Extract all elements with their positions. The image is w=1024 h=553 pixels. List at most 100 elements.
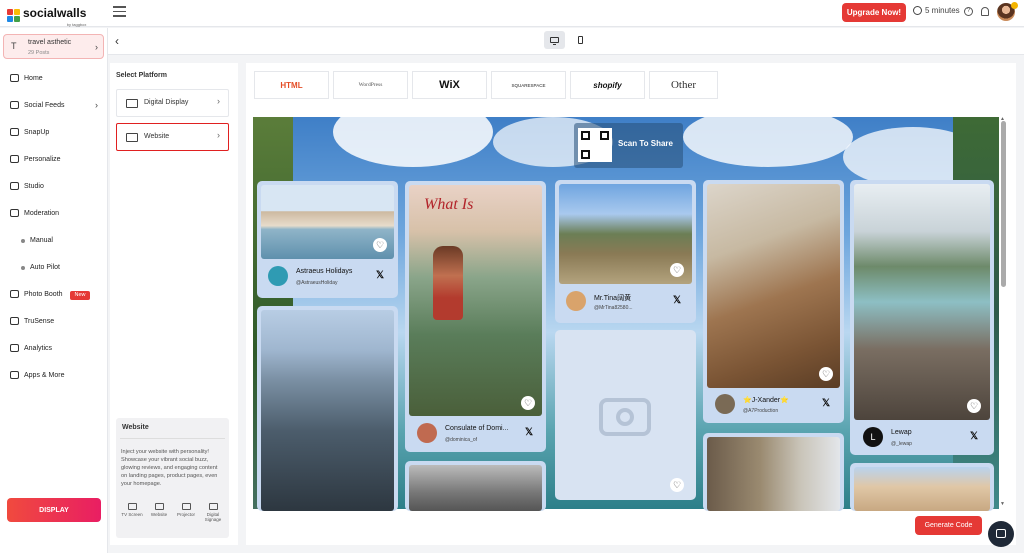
heart-icon[interactable]: ♡ xyxy=(819,367,833,381)
cms-wordpress[interactable]: WordPress xyxy=(333,71,408,99)
divider xyxy=(120,438,225,439)
home-icon xyxy=(10,74,19,82)
sidebar-item-personalize[interactable]: Personalize xyxy=(10,155,61,163)
desktop-view-button[interactable] xyxy=(544,31,565,49)
timer-text: 5 minutes xyxy=(925,6,960,15)
x-logo-icon: 𝕏 xyxy=(673,295,682,306)
cms-shopify[interactable]: shopify xyxy=(570,71,645,99)
back-arrow-icon[interactable]: ‹ xyxy=(115,34,119,48)
sidebar-item-home[interactable]: Home xyxy=(10,74,43,82)
sidebar-item-analytics[interactable]: Analytics xyxy=(10,344,52,352)
timer[interactable]: 5 minutes xyxy=(913,6,960,15)
sidebar-item-snapup[interactable]: SnapUp xyxy=(10,128,49,136)
scrollbar-thumb[interactable] xyxy=(1001,121,1006,287)
avatar xyxy=(566,291,586,311)
post-author: Lewap xyxy=(891,429,912,436)
sidebar-item-label: Home xyxy=(24,74,43,82)
display-button[interactable]: DISPLAY xyxy=(7,498,101,522)
platform-option-label: Digital Display xyxy=(144,99,189,106)
post-author: ⭐J-Xander⭐ xyxy=(743,397,789,404)
post-card[interactable] xyxy=(850,463,994,511)
chevron-right-icon: › xyxy=(95,100,98,110)
heart-icon[interactable]: ♡ xyxy=(670,478,684,492)
sidebar-item-auto-pilot[interactable]: Auto Pilot xyxy=(30,264,60,271)
logo[interactable]: socialwalls by taggbox xyxy=(7,4,86,27)
mobile-view-button[interactable] xyxy=(570,31,591,49)
cms-squarespace[interactable]: SQUARESPACE xyxy=(491,71,566,99)
generate-code-button[interactable]: Generate Code xyxy=(915,516,982,535)
post-card[interactable] xyxy=(703,180,844,423)
apps-icon xyxy=(10,371,19,379)
sidebar-item-manual[interactable]: Manual xyxy=(30,237,53,244)
cms-other-label: Other xyxy=(670,79,697,91)
camera-placeholder-icon xyxy=(599,398,651,436)
qr-code-icon xyxy=(578,128,612,162)
browser-icon xyxy=(126,133,138,142)
heart-icon[interactable]: ♡ xyxy=(521,396,535,410)
photo-booth-icon xyxy=(10,290,19,298)
post-card[interactable] xyxy=(257,306,398,511)
post-author: Astraeus Holidays xyxy=(296,268,353,275)
avatar xyxy=(715,394,735,414)
post-handle: @A7Production xyxy=(743,408,779,414)
post-overlay-text: What Is xyxy=(424,196,474,213)
platform-option-digital-display[interactable]: Digital Display › xyxy=(116,89,229,117)
post-card[interactable] xyxy=(405,181,546,452)
post-card[interactable] xyxy=(703,433,844,511)
sidebar-item-label: Moderation xyxy=(24,209,60,217)
chevron-right-icon: › xyxy=(217,96,220,106)
chevron-right-icon: › xyxy=(95,42,98,52)
squarespace-icon: SQUARESPACE xyxy=(511,82,546,88)
cms-other[interactable]: Other xyxy=(649,71,718,99)
info-description: Inject your website with personality! Sh… xyxy=(121,449,218,487)
toolbar xyxy=(108,28,1024,55)
scan-to-share-panel[interactable]: Scan To Share xyxy=(574,123,683,168)
x-logo-icon: 𝕏 xyxy=(376,270,385,281)
tv-screen-icon: TV Screen xyxy=(121,503,143,522)
dot-icon xyxy=(21,266,25,270)
phone-icon xyxy=(578,36,583,44)
select-platform-title: Select Platform xyxy=(116,72,167,79)
post-handle: @AstraeusHoliday xyxy=(296,280,338,286)
projector-icon: Projector xyxy=(175,503,197,522)
platform-option-label: Website xyxy=(144,133,170,140)
post-card[interactable] xyxy=(555,330,696,500)
post-handle: @_lewap xyxy=(891,441,912,447)
scroll-down-icon[interactable]: ▼ xyxy=(1000,501,1005,507)
wall-initial: T xyxy=(11,41,17,51)
cms-html[interactable]: HTML xyxy=(254,71,329,99)
sidebar-item-studio[interactable]: Studio xyxy=(10,182,44,190)
social-feeds-icon xyxy=(10,101,19,109)
help-icon[interactable]: ? xyxy=(964,7,973,16)
sidebar-item-moderation[interactable]: Moderation xyxy=(10,209,59,217)
heart-icon[interactable]: ♡ xyxy=(373,238,387,252)
cms-wix[interactable]: WiX xyxy=(412,71,487,99)
chat-widget-button[interactable] xyxy=(988,521,1014,547)
upgrade-button[interactable]: Upgrade Now! xyxy=(842,3,906,22)
shopify-icon: shopify xyxy=(593,80,622,90)
sidebar-item-trusense[interactable]: TruSense xyxy=(10,317,54,325)
avatar xyxy=(417,423,437,443)
menu-icon[interactable] xyxy=(113,6,126,18)
post-author: Consulate of Domi... xyxy=(445,425,509,432)
sidebar-item-label: Photo Booth xyxy=(24,290,63,298)
platform-info-card: Website Inject your website with persona… xyxy=(116,418,229,538)
sidebar-item-label: TruSense xyxy=(24,317,55,325)
digital-signage-icon: Digital Signage xyxy=(202,503,224,522)
sidebar-item-apps-more[interactable]: Apps & More xyxy=(10,371,64,379)
x-logo-icon: 𝕏 xyxy=(970,431,979,442)
heart-icon[interactable]: ♡ xyxy=(670,263,684,277)
post-card[interactable] xyxy=(405,461,546,511)
post-card[interactable] xyxy=(850,180,994,455)
sidebar-item-label: SnapUp xyxy=(24,128,50,136)
moderation-icon xyxy=(10,209,19,217)
wall-selector[interactable]: T travel asthetic 29 Posts › xyxy=(3,34,104,59)
bell-icon[interactable] xyxy=(981,7,989,16)
wordpress-icon: WordPress xyxy=(358,82,383,88)
personalize-icon xyxy=(10,155,19,163)
platform-option-website[interactable]: Website › xyxy=(116,123,229,151)
heart-icon[interactable]: ♡ xyxy=(967,399,981,413)
sidebar-item-photo-booth[interactable]: Photo Booth xyxy=(10,290,63,298)
sidebar-item-social-feeds[interactable]: Social Feeds xyxy=(10,101,64,109)
dot-icon xyxy=(21,239,25,243)
